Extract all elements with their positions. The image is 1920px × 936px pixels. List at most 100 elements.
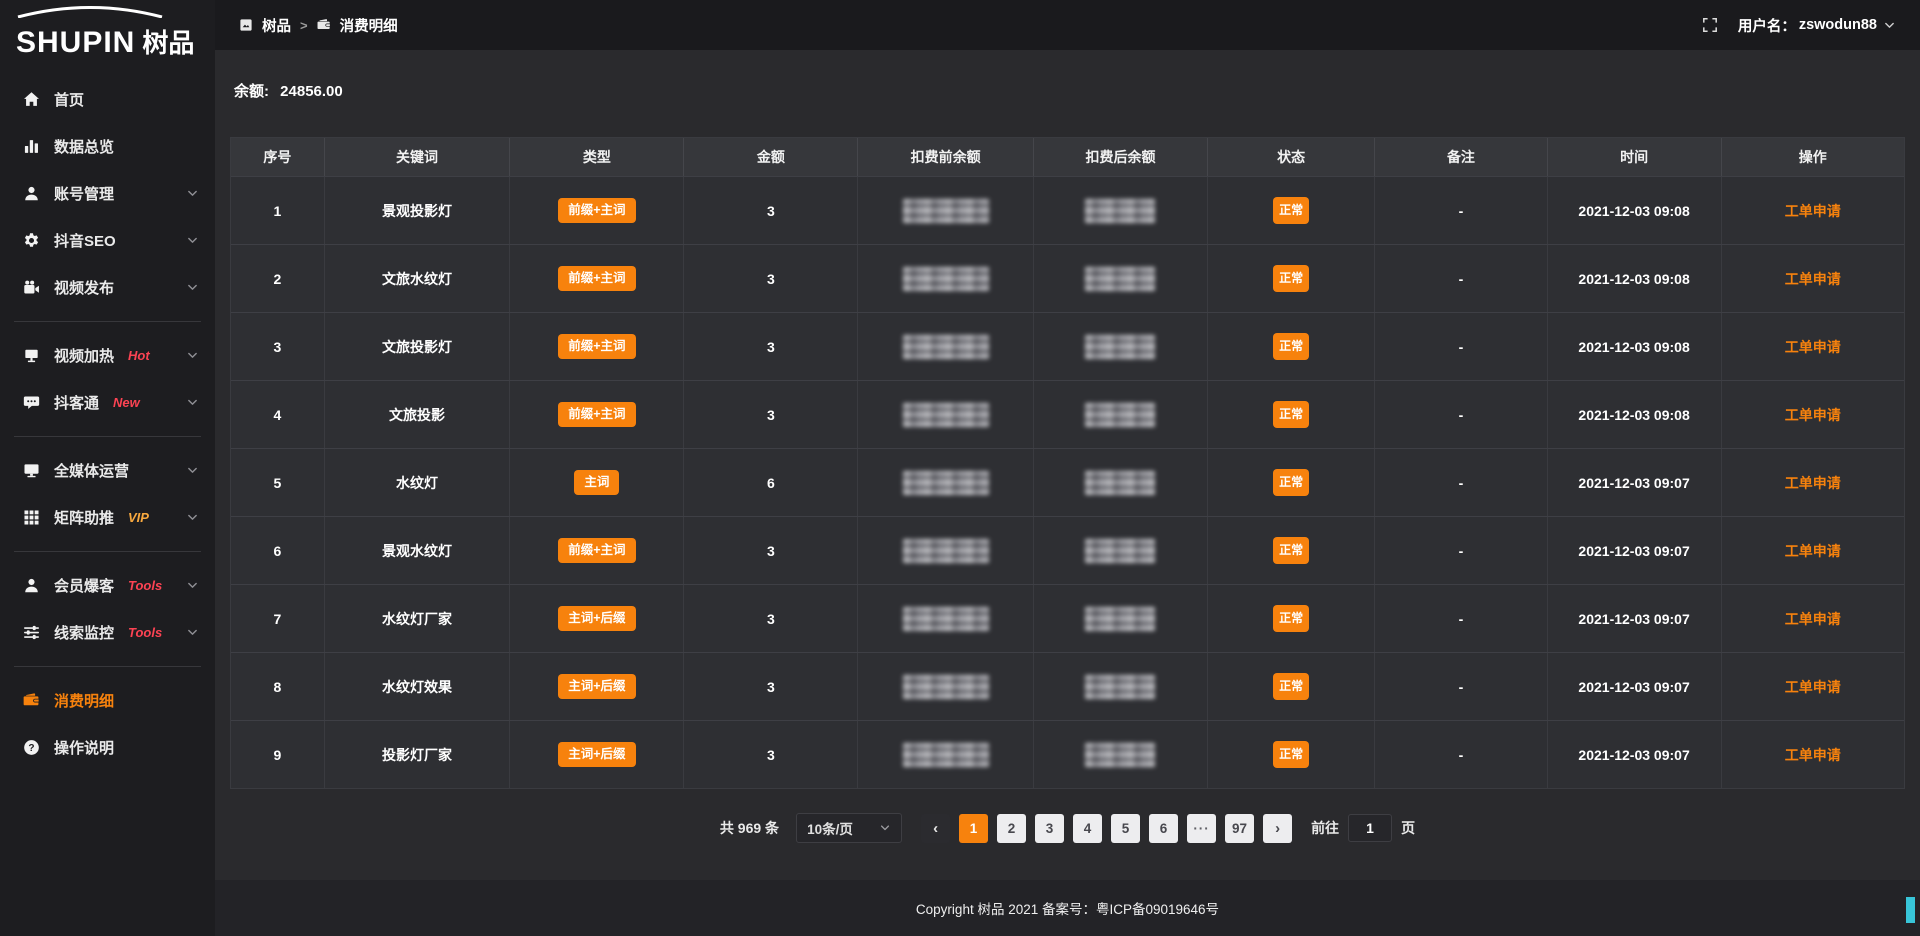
page-button-5[interactable]: 5 xyxy=(1111,814,1140,843)
scrollbar-thumb[interactable] xyxy=(1906,897,1915,923)
sidebar-item-matrix-boost[interactable]: 矩阵助推VIP xyxy=(0,494,215,541)
page-buttons: 123456 ··· 97 xyxy=(959,814,1254,843)
monitor-icon xyxy=(22,461,41,480)
cell-type: 前缀+主词 xyxy=(510,177,684,244)
cell-index: 2 xyxy=(231,245,325,312)
cell-remark: - xyxy=(1375,381,1547,448)
gear-icon xyxy=(22,231,41,250)
page-button-6[interactable]: 6 xyxy=(1149,814,1178,843)
cell-type: 前缀+主词 xyxy=(510,381,684,448)
work-order-link[interactable]: 工单申请 xyxy=(1785,473,1841,493)
sidebar-item-media-operation[interactable]: 全媒体运营 xyxy=(0,447,215,494)
cell-keyword: 文旅水纹灯 xyxy=(325,245,511,312)
cell-time: 2021-12-03 09:08 xyxy=(1548,313,1722,380)
screen-icon xyxy=(22,346,41,365)
sidebar-item-consume-detail[interactable]: 消费明细 xyxy=(0,677,215,724)
sidebar-item-account-manage[interactable]: 账号管理 xyxy=(0,170,215,217)
topbar-right: 用户名： zswodun88 xyxy=(1702,15,1896,36)
cell-index: 6 xyxy=(231,517,325,584)
masked-balance-after xyxy=(1085,267,1155,291)
sidebar-item-clue-monitor[interactable]: 线索监控Tools xyxy=(0,609,215,656)
cell-action: 工单申请 xyxy=(1722,653,1904,720)
table-row: 7水纹灯厂家主词+后缀3正常-2021-12-03 09:07工单申请 xyxy=(231,584,1904,652)
status-badge: 正常 xyxy=(1273,673,1309,699)
sidebar-item-help[interactable]: ?操作说明 xyxy=(0,724,215,771)
sidebar-item-douketong[interactable]: 抖客通New xyxy=(0,379,215,426)
work-order-link[interactable]: 工单申请 xyxy=(1785,269,1841,289)
sidebar-item-tag: Tools xyxy=(128,625,162,640)
page-ellipsis-button[interactable]: ··· xyxy=(1187,814,1216,843)
cell-amount: 3 xyxy=(684,313,858,380)
work-order-link[interactable]: 工单申请 xyxy=(1785,337,1841,357)
page-button-2[interactable]: 2 xyxy=(997,814,1026,843)
cell-type: 主词 xyxy=(510,449,684,516)
cell-status: 正常 xyxy=(1208,585,1375,652)
sidebar-item-label: 数据总览 xyxy=(54,136,114,157)
type-badge: 前缀+主词 xyxy=(558,334,635,359)
cell-index: 9 xyxy=(231,721,325,788)
sidebar-item-tag: Hot xyxy=(128,348,150,363)
masked-balance-after xyxy=(1085,675,1155,699)
sidebar-item-data-overview[interactable]: 数据总览 xyxy=(0,123,215,170)
breadcrumb-separator: > xyxy=(300,18,308,33)
masked-balance-before xyxy=(903,743,989,767)
masked-balance-after xyxy=(1085,743,1155,767)
fullscreen-icon[interactable] xyxy=(1702,17,1718,33)
sidebar-divider xyxy=(14,436,201,437)
cell-remark: - xyxy=(1375,517,1547,584)
work-order-link[interactable]: 工单申请 xyxy=(1785,201,1841,221)
masked-balance-after xyxy=(1085,335,1155,359)
wallet-icon xyxy=(22,691,41,710)
app-logo[interactable]: SHUPIN 树品 xyxy=(0,0,215,64)
user-menu[interactable]: 用户名： zswodun88 xyxy=(1738,15,1896,36)
work-order-link[interactable]: 工单申请 xyxy=(1785,405,1841,425)
cell-time: 2021-12-03 09:08 xyxy=(1548,245,1722,312)
page-button-4[interactable]: 4 xyxy=(1073,814,1102,843)
work-order-link[interactable]: 工单申请 xyxy=(1785,677,1841,697)
sidebar-item-home[interactable]: 首页 xyxy=(0,76,215,123)
question-icon: ? xyxy=(22,738,41,757)
status-badge: 正常 xyxy=(1273,537,1309,563)
sidebar-item-member-baoke[interactable]: 会员爆客Tools xyxy=(0,562,215,609)
next-page-button[interactable]: › xyxy=(1263,814,1292,843)
page-button-97[interactable]: 97 xyxy=(1225,814,1254,843)
chevron-down-icon xyxy=(186,511,199,524)
table-column-header: 备注 xyxy=(1375,138,1547,176)
cell-action: 工单申请 xyxy=(1722,381,1904,448)
chevron-down-icon xyxy=(879,822,891,834)
sidebar-item-tag: New xyxy=(113,395,140,410)
sidebar-item-video-heat[interactable]: 视频加热Hot xyxy=(0,332,215,379)
cell-type: 前缀+主词 xyxy=(510,245,684,312)
cell-amount: 3 xyxy=(684,381,858,448)
prev-page-button[interactable]: ‹ xyxy=(921,814,950,843)
page-size-select[interactable]: 10条/页 xyxy=(796,813,902,843)
chevron-down-icon xyxy=(186,464,199,477)
cell-action: 工单申请 xyxy=(1722,721,1904,788)
sidebar-item-video-publish[interactable]: 视频发布 xyxy=(0,264,215,311)
page-button-3[interactable]: 3 xyxy=(1035,814,1064,843)
status-badge: 正常 xyxy=(1273,197,1309,223)
cell-index: 7 xyxy=(231,585,325,652)
table-row: 5水纹灯主词6正常-2021-12-03 09:07工单申请 xyxy=(231,448,1904,516)
goto-page: 前往 页 xyxy=(1311,814,1415,842)
page-button-1[interactable]: 1 xyxy=(959,814,988,843)
work-order-link[interactable]: 工单申请 xyxy=(1785,609,1841,629)
content-area: 余额: 24856.00 序号关键词类型金额扣费前余额扣费后余额状态备注时间操作… xyxy=(215,50,1920,880)
cell-time: 2021-12-03 09:07 xyxy=(1548,653,1722,720)
goto-page-input[interactable] xyxy=(1348,814,1392,842)
table-column-header: 关键词 xyxy=(325,138,511,176)
sidebar-item-douyin-seo[interactable]: 抖音SEO xyxy=(0,217,215,264)
balance-value: 24856.00 xyxy=(280,83,343,100)
work-order-link[interactable]: 工单申请 xyxy=(1785,745,1841,765)
cell-action: 工单申请 xyxy=(1722,517,1904,584)
cell-amount: 3 xyxy=(684,585,858,652)
cell-remark: - xyxy=(1375,585,1547,652)
main-area: 树品 > 消费明细 用户名： zswodun88 xyxy=(215,0,1920,936)
masked-balance-after xyxy=(1085,539,1155,563)
work-order-link[interactable]: 工单申请 xyxy=(1785,541,1841,561)
table-body: 1景观投影灯前缀+主词3正常-2021-12-03 09:08工单申请2文旅水纹… xyxy=(231,176,1904,788)
breadcrumb-item-root[interactable]: 树品 xyxy=(262,15,291,36)
cell-time: 2021-12-03 09:08 xyxy=(1548,177,1722,244)
balance: 余额: 24856.00 xyxy=(234,80,1901,101)
cell-status: 正常 xyxy=(1208,449,1375,516)
